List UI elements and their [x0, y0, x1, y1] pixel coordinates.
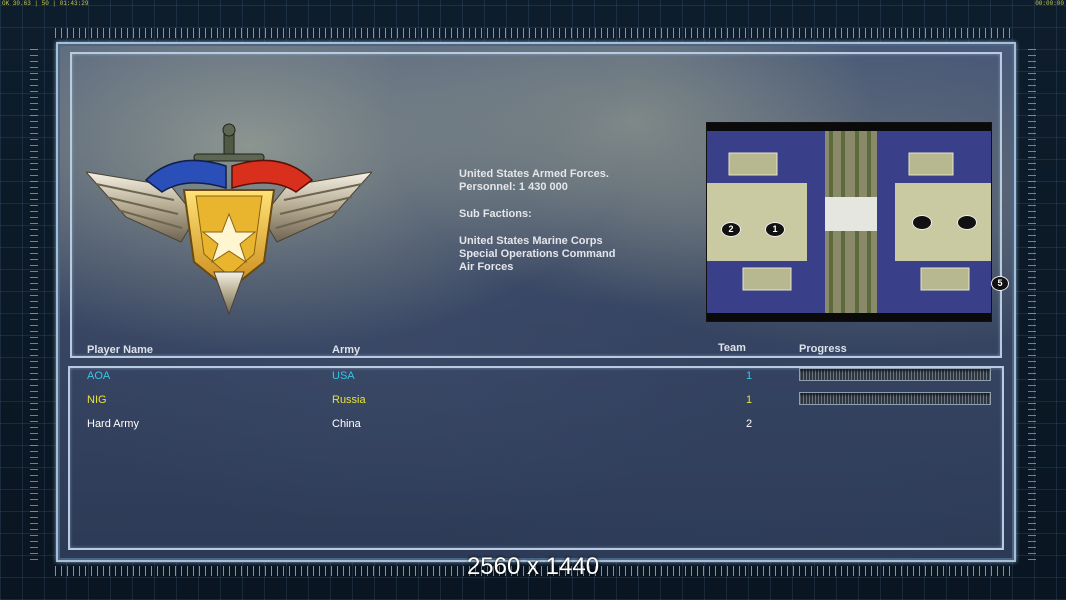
left-ruler [30, 45, 38, 560]
player-row: Hard Army China 2 [58, 414, 1014, 436]
player-army: Russia [332, 394, 366, 406]
faction-description: United States Armed Forces. Personnel: 1… [459, 168, 615, 274]
player-row: AOA USA 1 [58, 366, 1014, 388]
start-position-marker[interactable]: 2 [721, 222, 741, 237]
header-team: Team [718, 342, 746, 354]
player-team: 1 [746, 370, 753, 382]
header-army: Army [332, 344, 361, 356]
sub-faction-item: Special Operations Command [459, 248, 616, 260]
top-ruler [55, 28, 1011, 38]
start-position-marker[interactable]: 1 [765, 222, 785, 237]
minimap-terrain [707, 123, 991, 321]
status-readout-left: OK 30.63 | 50 | 01:43:29 [2, 0, 89, 7]
player-name: AOA [87, 370, 111, 382]
faction-personnel: Personnel: 1 430 000 [459, 181, 568, 193]
header-player-name: Player Name [87, 344, 154, 356]
loading-progress-bar [799, 368, 991, 381]
start-position-marker[interactable] [957, 215, 977, 230]
sub-faction-item: Air Forces [459, 261, 514, 273]
start-position-marker[interactable]: 5 [991, 276, 1009, 291]
player-army: China [332, 418, 361, 430]
header-progress: Progress [799, 343, 847, 355]
sub-faction-item: United States Marine Corps [459, 235, 603, 247]
resolution-caption: 2560 x 1440 [466, 553, 600, 580]
map-preview: 2 1 [706, 122, 992, 322]
faction-name: United States Armed Forces. [459, 168, 609, 180]
usa-faction-emblem-icon [86, 123, 372, 316]
sub-factions-label: Sub Factions: [459, 208, 532, 220]
player-team: 2 [746, 418, 753, 430]
player-row: NIG Russia 1 [58, 390, 1014, 412]
status-readout-right: 00:00:00 [1035, 0, 1064, 7]
loading-panel: United States Armed Forces. Personnel: 1… [56, 42, 1016, 562]
player-team: 1 [746, 394, 753, 406]
player-name: NIG [87, 394, 107, 406]
player-army: USA [332, 370, 355, 382]
start-position-marker[interactable] [912, 215, 932, 230]
player-name: Hard Army [87, 418, 139, 430]
loading-progress-bar [799, 392, 991, 405]
right-ruler [1028, 45, 1036, 560]
